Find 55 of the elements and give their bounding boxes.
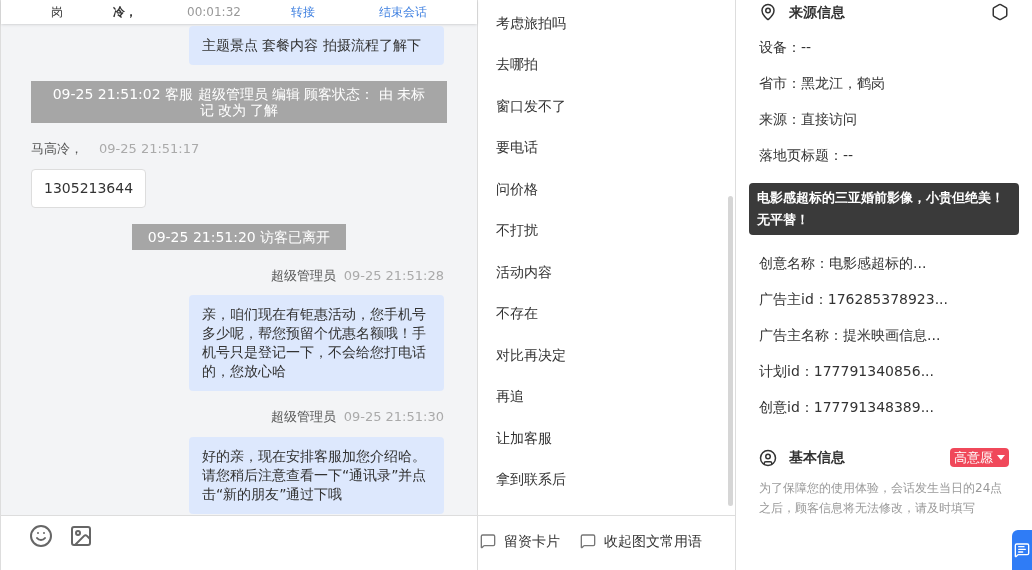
info-field: 创意名称：电影感超标的... xyxy=(759,245,1009,281)
system-message: 09-25 21:51:02 客服 超级管理员 编辑 顾客状态： 由 未标记 改为 了解 xyxy=(31,81,447,123)
header-link[interactable]: 转接 xyxy=(290,3,315,21)
image-icon[interactable] xyxy=(69,524,93,548)
quick-reply[interactable]: 去哪拍 xyxy=(495,43,735,85)
agent-message: 主题景点 套餐内容 拍摄流程了解下 xyxy=(188,26,444,65)
header-link[interactable]: 结束会话 xyxy=(378,3,427,21)
info-field: 省市：黑龙江，鹤岗 xyxy=(759,65,1009,101)
message-time: 09-25 21:51:28 xyxy=(343,266,444,285)
bottom-action[interactable]: 收起图文常用语 xyxy=(579,530,702,552)
message-time: 09-25 21:51:17 xyxy=(99,140,200,158)
sender-name: 超级管理员 xyxy=(270,408,336,426)
location-icon xyxy=(759,3,777,21)
caret-icon xyxy=(997,455,1005,460)
chat-float-button[interactable] xyxy=(1012,530,1032,570)
sender-name: 超级管理员 xyxy=(270,266,336,285)
user-icon xyxy=(759,448,777,467)
info-field: 计划id：177791340856... xyxy=(759,353,1009,389)
visitor-label: 岗 xyxy=(51,4,63,21)
quick-reply[interactable]: 不存在 xyxy=(495,292,735,334)
info-field: 设备：-- xyxy=(759,29,1009,65)
intent-dropdown[interactable]: 高意愿 xyxy=(950,447,1009,468)
quick-reply[interactable]: 再追 xyxy=(495,375,735,417)
visitor-message: 1305213644 xyxy=(31,168,147,208)
notice-text: 为了保障您的使用体验，会话发生当日的24点之后，顾客信息将无法修改，请及时填写 xyxy=(759,480,1004,517)
info-field: 创意id：177791348389... xyxy=(759,389,1009,425)
section-title: 基本信息 xyxy=(789,448,845,467)
quick-reply[interactable]: 对比再决定 xyxy=(495,334,735,376)
quick-reply[interactable]: 让加客服 xyxy=(495,417,735,459)
system-message: 09-25 21:51:20 访客已离开 xyxy=(131,223,347,250)
message-icon xyxy=(579,533,596,549)
section-title: 来源信息 xyxy=(789,2,845,22)
quick-reply[interactable]: 不打扰 xyxy=(495,209,735,251)
quick-reply[interactable]: 活动内容 xyxy=(495,251,735,293)
sender-name: 马高冷， xyxy=(31,140,83,158)
message-time: 09-25 21:51:30 xyxy=(343,408,444,426)
visitor-name: 冷， xyxy=(113,4,137,21)
quick-reply[interactable]: 要电话 xyxy=(495,126,735,168)
quick-reply[interactable]: 考虑旅拍吗 xyxy=(495,2,735,44)
info-field: 广告主名称：提米映画信息... xyxy=(759,317,1009,353)
chat-icon xyxy=(1014,542,1030,558)
quick-reply[interactable]: 窗口发不了 xyxy=(495,85,735,127)
info-field: 落地页标题：-- xyxy=(759,137,1009,173)
message-icon xyxy=(479,533,496,549)
emoji-icon[interactable] xyxy=(29,524,53,548)
scrollbar-thumb[interactable] xyxy=(728,196,733,506)
agent-message: 好的亲，现在安排客服加您介绍哈。请您稍后注意查看一下“通讯录”并点击“新的朋友”通过下哦 xyxy=(188,436,444,514)
bottom-action[interactable]: 留资卡片 xyxy=(479,530,560,552)
info-field: 广告主id：176285378923... xyxy=(759,281,1009,317)
quick-reply[interactable]: 拿到联系后 xyxy=(495,458,735,500)
agent-message: 亲，咱们现在有钜惠活动，您手机号多少呢，帮您预留个优惠名额哦！手机号只是登记一下，不会给您打电话的，您放心哈 xyxy=(188,295,444,391)
info-field: 来源：直接访问 xyxy=(759,101,1009,137)
chat-duration: 00:01:32 xyxy=(187,4,241,21)
tooltip: 电影感超标的三亚婚前影像，小贵但绝美！无平替！ xyxy=(749,183,1019,235)
quick-reply[interactable]: 问价格 xyxy=(495,168,735,210)
